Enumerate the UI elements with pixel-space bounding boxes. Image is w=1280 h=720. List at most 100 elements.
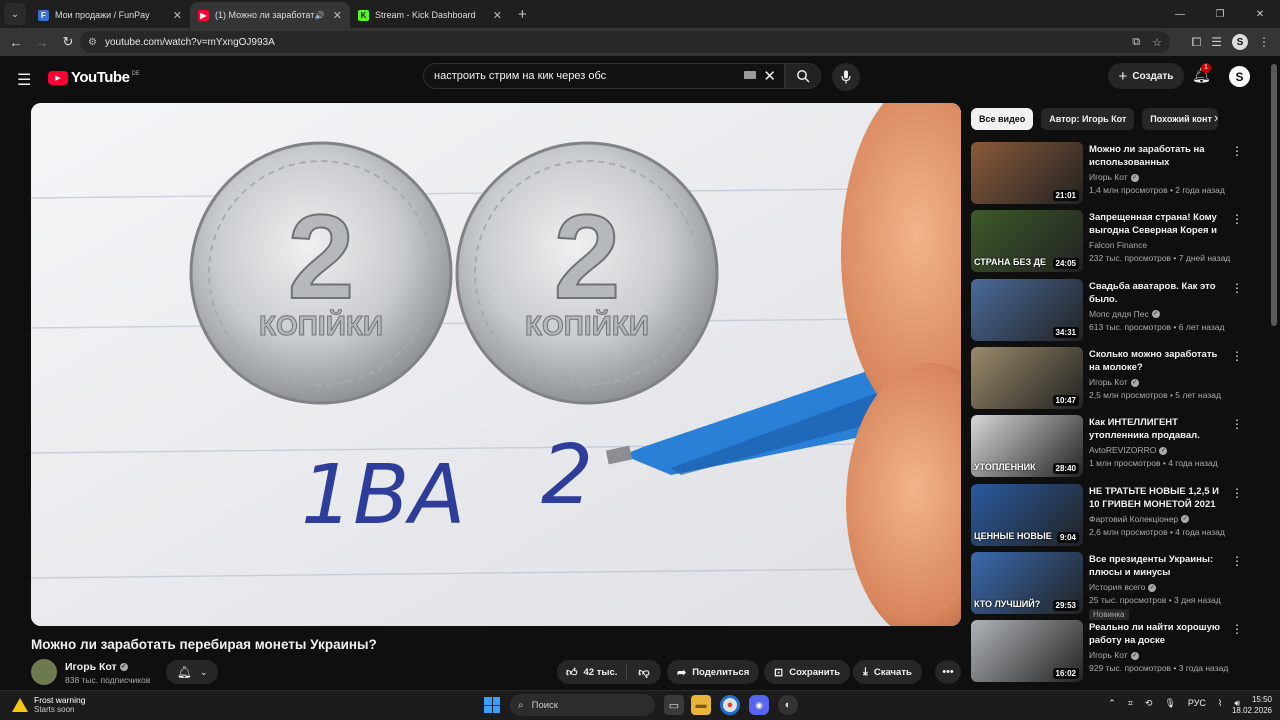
install-app-icon[interactable]: ⧉ — [1132, 36, 1140, 49]
more-options-icon[interactable]: ⋮ — [1231, 281, 1243, 295]
recommendation-item[interactable]: УТОПЛЕННИК 28:40 Как ИНТЕЛЛИГЕНТ утопленни… — [971, 415, 1246, 478]
address-bar[interactable]: ⚙ youtube.com/watch?v=mYxngOJ993A ⧉ ☆ — [80, 31, 1170, 53]
more-options-icon[interactable]: ⋮ — [1231, 486, 1243, 500]
channel-name[interactable]: Фартовий Колекціонер ✓ — [1089, 514, 1190, 524]
microphone-tray-icon[interactable]: 🎙︎ — [1164, 698, 1175, 709]
video-player[interactable]: 2 КОПІЙКИ 2 КОПІЙКИ 1ВА 2 — [31, 103, 961, 626]
more-options-icon[interactable]: ⋮ — [1231, 144, 1243, 158]
youtube-logo[interactable]: ▶ YouTube DE — [48, 69, 140, 86]
channel-name[interactable]: Falcon Finance — [1089, 240, 1147, 250]
bookmark-star-icon[interactable]: ☆ — [1152, 36, 1162, 49]
more-options-icon[interactable]: ⋮ — [1231, 212, 1243, 226]
new-tab-button[interactable]: + — [518, 6, 527, 23]
channel-name[interactable]: История всего ✓ — [1089, 582, 1157, 592]
download-button[interactable]: ⤓ Скачать — [853, 660, 922, 684]
channel-avatar[interactable] — [31, 659, 57, 685]
chrome-icon[interactable]: ● — [720, 695, 740, 715]
chip-all-videos[interactable]: Все видео — [971, 108, 1034, 130]
search-input[interactable]: настроить стрим на кик через обс ✕ — [423, 63, 785, 89]
video-title[interactable]: Реально ли найти хорошую работу на доске… — [1089, 621, 1227, 647]
profile-avatar[interactable]: S — [1232, 34, 1248, 50]
video-thumbnail[interactable]: 21:01 — [971, 142, 1083, 204]
obs-icon[interactable]: ◐ — [778, 695, 798, 715]
like-button[interactable]: 👍︎ 42 тыс. — [557, 664, 627, 680]
video-thumbnail[interactable]: ЦЕННЫЕ НОВЫЕ 9:04 — [971, 483, 1083, 546]
extensions-icon[interactable]: ⧠ — [1192, 35, 1202, 50]
video-title[interactable]: Как ИНТЕЛЛИГЕНТ утопленника продавал. Ча… — [1089, 416, 1227, 442]
tray-overflow-icon[interactable]: ⌃ — [1108, 698, 1116, 709]
clear-search-icon[interactable]: ✕ — [763, 67, 776, 85]
video-title[interactable]: Запрещенная страна! Кому выгодна Северна… — [1089, 211, 1227, 237]
channel-name[interactable]: Игорь Кот ✓ — [1089, 377, 1139, 387]
tab-youtube[interactable]: ▶ (1) Можно ли заработать 🔊 ✕ — [190, 2, 350, 28]
sync-icon[interactable]: ⟲ — [1145, 698, 1153, 709]
video-thumbnail[interactable]: 16:02 — [971, 620, 1083, 683]
network-icon[interactable]: ⌗ — [1128, 698, 1133, 709]
voice-search-button[interactable] — [832, 63, 860, 91]
more-options-icon[interactable]: ⋮ — [1231, 554, 1243, 568]
taskbar-search[interactable]: ⌕ Поиск — [510, 694, 655, 716]
restore-icon[interactable]: ❐ — [1200, 0, 1240, 28]
hamburger-menu-icon[interactable]: ☰ — [17, 70, 31, 90]
browser-menu-icon[interactable]: ⋮ — [1258, 35, 1270, 49]
wifi-icon[interactable]: ⌇ — [1218, 698, 1222, 709]
recommendation-item[interactable]: 10:47 Сколько можно заработать на молоке?… — [971, 346, 1246, 409]
video-thumbnail[interactable]: 34:31 — [971, 278, 1083, 341]
back-icon[interactable]: ← — [4, 30, 28, 54]
video-thumbnail[interactable]: 10:47 — [971, 346, 1083, 409]
recommendation-item[interactable]: 16:02 Реально ли найти хорошую работу на … — [971, 620, 1246, 683]
video-title[interactable]: Все президенты Украины: плюсы и минусы — [1089, 553, 1227, 579]
reload-icon[interactable]: ↻ — [56, 30, 80, 54]
weather-widget[interactable]: Frost warning Starts soon — [12, 695, 86, 714]
account-avatar[interactable]: S — [1229, 66, 1250, 87]
video-title[interactable]: Свадьба аватаров. Как это было. — [1089, 280, 1227, 306]
start-button[interactable] — [484, 697, 500, 713]
subscription-bell-button[interactable]: 🔔︎ ⌄ — [166, 660, 218, 684]
channel-name[interactable]: Игорь Кот ✓ — [65, 661, 128, 673]
tab-search-menu-icon[interactable]: ⌄ — [4, 3, 26, 25]
chevron-right-icon[interactable]: › — [1214, 110, 1218, 125]
language-indicator[interactable]: РУС — [1188, 698, 1206, 709]
video-title[interactable]: НЕ ТРАТЬТЕ НОВЫЕ 1,2,5 И 10 ГРИВЕН МОНЕТ… — [1089, 485, 1227, 511]
share-button[interactable]: ➦ Поделиться — [667, 660, 760, 684]
site-info-icon[interactable]: ⚙ — [88, 37, 97, 48]
create-button[interactable]: + Создать — [1108, 63, 1184, 89]
search-button[interactable] — [785, 63, 821, 89]
file-explorer-icon[interactable]: ▬ — [691, 695, 711, 715]
tab-kick[interactable]: K Stream - Kick Dashboard ✕ — [350, 2, 510, 28]
video-thumbnail[interactable]: УТОПЛЕННИК 28:40 — [971, 415, 1083, 478]
tab-funpay[interactable]: F Мои продажи / FunPay ✕ — [30, 2, 190, 28]
recommendation-item[interactable]: СТРАНА БЕЗ ДЕ 24:05 Запрещенная страна! Ко… — [971, 210, 1246, 273]
video-thumbnail[interactable]: КТО ЛУЧШИЙ? 29:53 — [971, 551, 1083, 614]
discord-icon[interactable]: ◉ — [749, 695, 769, 715]
minimize-icon[interactable]: — — [1160, 0, 1200, 28]
recommendation-item[interactable]: 21:01 Можно ли заработать на использованн… — [971, 142, 1246, 204]
keyboard-icon[interactable] — [744, 71, 756, 79]
page-scrollbar[interactable] — [1271, 64, 1277, 326]
save-button[interactable]: ⊡ Сохранить — [764, 660, 851, 684]
more-options-icon[interactable]: ⋮ — [1231, 349, 1243, 363]
recommendation-item[interactable]: КТО ЛУЧШИЙ? 29:53 Все президенты Украины: … — [971, 551, 1246, 620]
close-tab-icon[interactable]: ✕ — [173, 9, 182, 22]
video-title[interactable]: Сколько можно заработать на молоке? — [1089, 348, 1227, 374]
channel-name[interactable]: Мопс дядя Пес ✓ — [1089, 309, 1160, 319]
speaker-icon[interactable]: 🔊 — [315, 11, 325, 20]
chip-author[interactable]: Автор: Игорь Кот — [1041, 108, 1135, 130]
chip-related[interactable]: Похожий конт — [1142, 108, 1219, 130]
video-thumbnail[interactable]: СТРАНА БЕЗ ДЕ 24:05 — [971, 210, 1083, 273]
more-options-icon[interactable]: ⋮ — [1231, 417, 1243, 431]
notifications-button[interactable]: 🔔︎ 1 — [1192, 63, 1211, 84]
clock[interactable]: 15:50 18.02.2026 — [1232, 694, 1272, 716]
channel-name[interactable]: Игорь Кот ✓ — [1089, 650, 1139, 660]
task-view-icon[interactable]: ▭ — [664, 695, 684, 715]
more-actions-button[interactable]: ••• — [935, 660, 961, 684]
forward-icon[interactable]: → — [30, 30, 54, 54]
close-tab-icon[interactable]: ✕ — [493, 9, 502, 22]
close-tab-icon[interactable]: ✕ — [333, 9, 342, 22]
more-options-icon[interactable]: ⋮ — [1231, 622, 1243, 636]
channel-name[interactable]: Игорь Кот ✓ — [1089, 172, 1139, 182]
close-window-icon[interactable]: ✕ — [1240, 0, 1280, 28]
video-title[interactable]: Можно ли заработать на использованных од… — [1089, 143, 1227, 169]
dislike-button[interactable]: 👎︎ — [627, 666, 661, 679]
recommendation-item[interactable]: ЦЕННЫЕ НОВЫЕ 9:04 НЕ ТРАТЬТЕ НОВЫЕ 1,2,5 И… — [971, 483, 1246, 546]
